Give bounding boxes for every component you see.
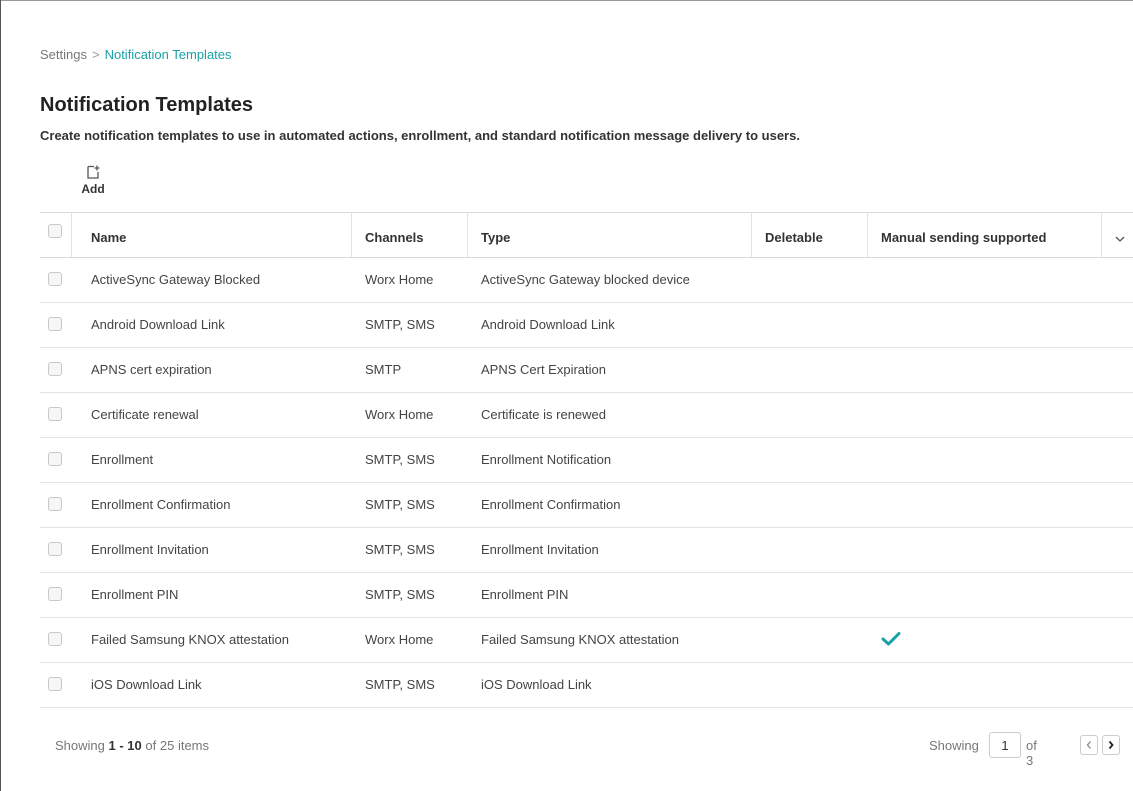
- cell-name: APNS cert expiration: [91, 362, 212, 377]
- row-checkbox[interactable]: [48, 677, 62, 691]
- add-button[interactable]: Add: [78, 164, 108, 196]
- cell-channels: Worx Home: [365, 407, 434, 422]
- pagination-label: Showing: [929, 738, 979, 753]
- breadcrumb-separator: >: [91, 47, 100, 62]
- column-divider: [467, 213, 468, 257]
- cell-channels: Worx Home: [365, 632, 434, 647]
- row-checkbox[interactable]: [48, 542, 62, 556]
- cell-type: Enrollment Notification: [481, 452, 612, 467]
- row-checkbox[interactable]: [48, 407, 62, 421]
- table-row[interactable]: Enrollment Invitation SMTP, SMS Enrollme…: [40, 528, 1133, 573]
- column-divider: [1101, 213, 1102, 257]
- column-divider: [71, 213, 72, 257]
- cell-channels: SMTP, SMS: [365, 542, 435, 557]
- table-row[interactable]: Enrollment PIN SMTP, SMS Enrollment PIN: [40, 573, 1133, 618]
- next-page-button[interactable]: [1102, 735, 1120, 755]
- cell-name: ActiveSync Gateway Blocked: [91, 272, 261, 287]
- header-type[interactable]: Type: [481, 213, 510, 257]
- breadcrumb-current[interactable]: Notification Templates: [105, 47, 232, 62]
- row-checkbox[interactable]: [48, 587, 62, 601]
- table-row[interactable]: ActiveSync Gateway Blocked Worx Home Act…: [40, 258, 1133, 303]
- breadcrumb-parent[interactable]: Settings: [40, 47, 87, 62]
- cell-type: Enrollment Confirmation: [481, 497, 621, 512]
- cell-type: iOS Download Link: [481, 677, 592, 692]
- table-row[interactable]: Failed Samsung KNOX attestation Worx Hom…: [40, 618, 1133, 663]
- previous-page-button[interactable]: [1080, 735, 1098, 755]
- cell-type: Certificate is renewed: [481, 407, 606, 422]
- page-title: Notification Templates: [40, 94, 253, 116]
- page-description: Create notification templates to use in …: [40, 128, 800, 143]
- column-divider: [867, 213, 868, 257]
- chevron-left-icon: [1086, 741, 1091, 749]
- header-channels[interactable]: Channels: [365, 213, 424, 257]
- table-row[interactable]: Certificate renewal Worx Home Certificat…: [40, 393, 1133, 438]
- cell-name: Certificate renewal: [91, 407, 199, 422]
- cell-channels: SMTP: [365, 362, 402, 377]
- header-manual-sending[interactable]: Manual sending supported: [881, 213, 1046, 257]
- header-deletable[interactable]: Deletable: [765, 213, 823, 257]
- add-document-icon: [87, 165, 100, 179]
- cell-type: ActiveSync Gateway blocked device: [481, 272, 690, 287]
- cell-type: Enrollment Invitation: [481, 542, 599, 557]
- cell-name: Enrollment Confirmation: [91, 497, 231, 512]
- table-row[interactable]: Enrollment SMTP, SMS Enrollment Notifica…: [40, 438, 1133, 483]
- column-divider: [351, 213, 352, 257]
- select-all-checkbox[interactable]: [48, 224, 62, 238]
- cell-name: Enrollment Invitation: [91, 542, 209, 557]
- chevron-right-icon: [1108, 740, 1114, 750]
- cell-channels: Worx Home: [365, 272, 434, 287]
- checkmark-icon: [881, 632, 901, 646]
- table-row[interactable]: Android Download Link SMTP, SMS Android …: [40, 303, 1133, 348]
- showing-prefix: Showing: [55, 738, 105, 753]
- chevron-down-icon: [1115, 236, 1125, 242]
- breadcrumb: Settings > Notification Templates: [40, 47, 232, 62]
- cell-channels: SMTP, SMS: [365, 497, 435, 512]
- of-word: of: [145, 738, 157, 753]
- row-checkbox[interactable]: [48, 452, 62, 466]
- row-checkbox[interactable]: [48, 272, 62, 286]
- items-word: items: [177, 738, 209, 753]
- window-top-border: [0, 0, 1133, 1]
- cell-channels: SMTP, SMS: [365, 677, 435, 692]
- row-checkbox[interactable]: [48, 362, 62, 376]
- cell-name: iOS Download Link: [91, 677, 202, 692]
- page-number-input[interactable]: 1: [989, 732, 1021, 758]
- row-checkbox[interactable]: [48, 317, 62, 331]
- cell-channels: SMTP, SMS: [365, 452, 435, 467]
- window-left-border: [0, 0, 1, 791]
- header-name[interactable]: Name: [91, 213, 126, 257]
- column-options-chevron[interactable]: [1108, 213, 1132, 257]
- total-items: 25: [159, 738, 175, 753]
- templates-table: Name Channels Type Deletable Manual send…: [40, 212, 1133, 708]
- cell-type: Enrollment PIN: [481, 587, 569, 602]
- add-button-label: Add: [81, 182, 105, 196]
- table-row[interactable]: iOS Download Link SMTP, SMS iOS Download…: [40, 663, 1133, 708]
- table-header: Name Channels Type Deletable Manual send…: [40, 212, 1133, 258]
- items-count: Showing 1 - 10 of 25 items: [55, 738, 209, 753]
- cell-channels: SMTP, SMS: [365, 317, 435, 332]
- cell-type: Failed Samsung KNOX attestation: [481, 632, 679, 647]
- cell-type: Android Download Link: [481, 317, 615, 332]
- cell-name: Enrollment PIN: [91, 587, 179, 602]
- showing-range: 1 - 10: [108, 738, 142, 753]
- cell-type: APNS Cert Expiration: [481, 362, 606, 377]
- column-divider: [751, 213, 752, 257]
- cell-name: Android Download Link: [91, 317, 225, 332]
- cell-name: Enrollment: [91, 452, 154, 467]
- cell-channels: SMTP, SMS: [365, 587, 435, 602]
- table-row[interactable]: Enrollment Confirmation SMTP, SMS Enroll…: [40, 483, 1133, 528]
- row-checkbox[interactable]: [48, 497, 62, 511]
- cell-name: Failed Samsung KNOX attestation: [91, 632, 289, 647]
- page-count: of 3: [1026, 738, 1037, 768]
- table-row[interactable]: APNS cert expiration SMTP APNS Cert Expi…: [40, 348, 1133, 393]
- row-checkbox[interactable]: [48, 632, 62, 646]
